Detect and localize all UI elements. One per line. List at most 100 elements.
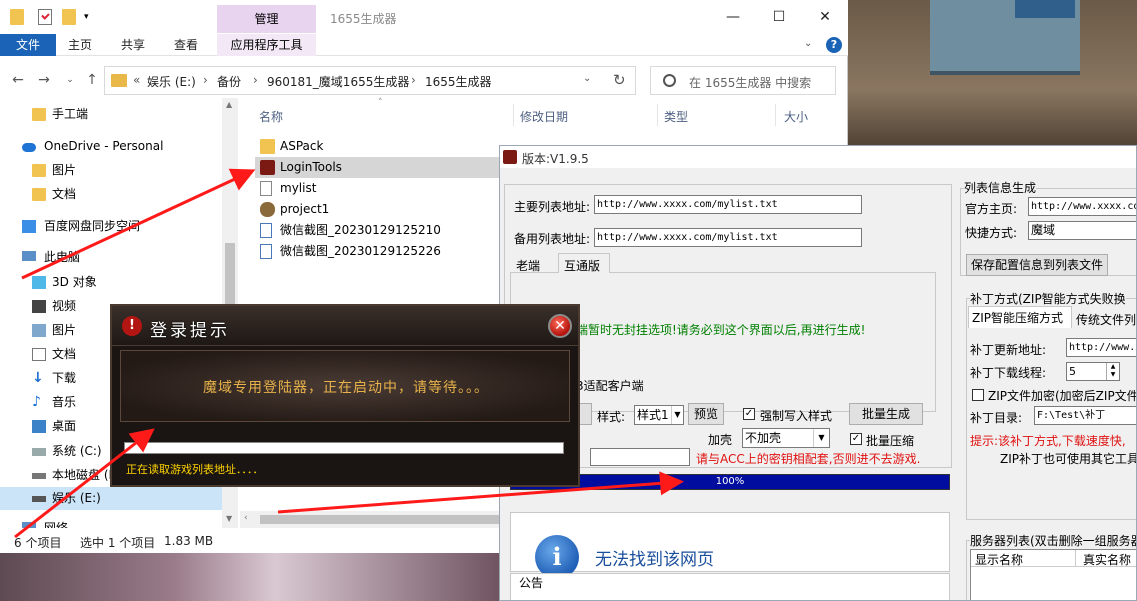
backup-list-label: 备用列表地址: (514, 232, 591, 246)
breadcrumb-project[interactable]: 960181_魔域1655生成器 (267, 73, 409, 90)
column-real-name[interactable]: 真实名称 (1083, 551, 1131, 568)
documents-icon (32, 348, 46, 361)
scroll-down-icon[interactable]: ▼ (226, 514, 232, 523)
nav-item[interactable]: 手工端 (0, 103, 222, 126)
help-icon[interactable]: ? (826, 37, 842, 53)
tab-traditional[interactable]: 传统文件列 (1076, 311, 1136, 328)
tab-zip-smart[interactable]: ZIP智能压缩方式 (972, 309, 1063, 326)
minimize-icon[interactable]: — (710, 0, 756, 34)
column-date[interactable]: 修改日期 (520, 108, 568, 125)
backup-list-input[interactable]: http://www.xxxx.com/mylist.txt (594, 228, 862, 247)
image-file-icon (260, 223, 272, 238)
force-write-checkbox[interactable]: ✓ (743, 408, 755, 420)
app-icon (260, 202, 275, 217)
scroll-left-icon[interactable]: ‹ (244, 513, 248, 523)
shortcut-label: 快捷方式: (965, 226, 1018, 240)
horizontal-scroll-thumb[interactable] (260, 515, 540, 524)
nav-item[interactable]: 网络 (0, 517, 222, 528)
nav-item[interactable]: 3D 对象 (0, 271, 222, 294)
tab-app-tools[interactable]: 应用程序工具 (217, 34, 316, 56)
back-icon[interactable]: ← (8, 70, 28, 90)
breadcrumb-drive[interactable]: 娱乐 (E:) (147, 73, 196, 90)
tab-share[interactable]: 共享 (121, 34, 145, 56)
maximize-icon[interactable]: ☐ (756, 0, 802, 34)
column-size[interactable]: 大小 (784, 108, 808, 125)
properties-icon[interactable] (38, 9, 52, 25)
breadcrumb-current[interactable]: 1655生成器 (425, 73, 492, 90)
ribbon-expand-icon[interactable]: ⌄ (804, 38, 812, 49)
column-type[interactable]: 类型 (664, 108, 688, 125)
column-divider[interactable] (657, 104, 658, 126)
up-icon[interactable]: ↑ (82, 70, 102, 90)
batch-compress-checkbox[interactable]: ✓ (850, 433, 862, 445)
file-row[interactable]: ASPack (255, 136, 495, 157)
folder-icon (260, 139, 275, 154)
search-input[interactable]: 在 1655生成器 中搜索 (689, 74, 811, 91)
nav-item[interactable]: 文档 (0, 183, 222, 206)
column-divider[interactable] (513, 104, 514, 126)
patch-dir-input[interactable]: F:\Test\补丁 (1034, 406, 1136, 425)
main-list-input[interactable]: http://www.xxxx.com/mylist.txt (594, 195, 862, 214)
nav-item[interactable]: OneDrive - Personal (0, 135, 222, 158)
preview-button[interactable]: 预览 (688, 403, 724, 425)
column-name[interactable]: 名称 (259, 108, 283, 125)
tab-manage[interactable]: 管理 (217, 5, 316, 33)
file-row[interactable]: project1 (255, 199, 495, 220)
generator-titlebar: 版本:V1.9.5 (500, 146, 1136, 168)
patch-url-input[interactable]: http://www.x (1066, 338, 1136, 357)
generator-window: 版本:V1.9.5 主要列表地址: http://www.xxxx.com/my… (499, 145, 1137, 601)
image-file-icon (260, 244, 272, 259)
selected-size: 1.83 MB (164, 534, 214, 548)
file-row[interactable]: 微信截图_20230129125226 (255, 241, 495, 262)
server-list-table[interactable]: 显示名称 真实名称 (970, 549, 1136, 600)
chevron-right-icon[interactable]: › (203, 73, 208, 87)
search-icon (663, 74, 676, 87)
chevron-down-icon[interactable]: ⌄ (583, 73, 591, 84)
style-select[interactable]: 样式1 ▼ (634, 405, 684, 425)
hidden-input[interactable] (590, 448, 690, 466)
threads-spinner[interactable]: ▲ ▼ (1106, 363, 1119, 380)
nav-item[interactable]: 图片 (0, 159, 222, 182)
tab-old-client[interactable]: 老端 (516, 257, 540, 274)
ribbon-tabs: 文件 主页 共享 查看 应用程序工具 ⌄ ? (0, 34, 848, 56)
search-box[interactable]: 在 1655生成器 中搜索 (650, 66, 836, 95)
column-display-name[interactable]: 显示名称 (975, 551, 1023, 568)
file-row-selected[interactable]: LoginTools (255, 157, 515, 178)
shell-select[interactable]: 不加壳 ▼ (742, 428, 830, 448)
recent-locations-icon[interactable]: ⌄ (60, 70, 80, 90)
tab-home[interactable]: 主页 (68, 34, 92, 56)
tab-interop[interactable]: 互通版 (564, 257, 600, 274)
announcement-label: 公告 (519, 576, 544, 590)
nav-item[interactable]: 此电脑 (0, 246, 222, 269)
close-icon[interactable]: ✕ (548, 314, 572, 338)
homepage-label: 官方主页: (965, 202, 1018, 216)
forward-icon[interactable]: → (34, 70, 54, 90)
homepage-input[interactable]: http://www.xxxx.com (1028, 197, 1136, 216)
folder-icon (32, 188, 46, 201)
scroll-up-icon[interactable]: ▲ (226, 100, 232, 109)
new-folder-icon[interactable] (62, 9, 76, 25)
patch-dir-label: 补丁目录: (970, 411, 1023, 425)
file-row[interactable]: mylist (255, 178, 495, 199)
customize-toolbar-icon[interactable]: ▾ (84, 9, 98, 25)
tab-view[interactable]: 查看 (174, 34, 198, 56)
breadcrumb-overflow[interactable]: « (133, 73, 140, 87)
nav-item-selected[interactable]: 娱乐 (E:) (0, 487, 222, 510)
address-bar[interactable]: « 娱乐 (E:) › 备份 › 960181_魔域1655生成器 › 1655… (104, 66, 636, 95)
file-row[interactable]: 微信截图_20230129125210 (255, 220, 495, 241)
close-icon[interactable]: ✕ (802, 0, 848, 34)
column-divider[interactable] (775, 104, 776, 126)
tab-file[interactable]: 文件 (0, 34, 56, 56)
shortcut-input[interactable]: 魔域 (1028, 221, 1136, 240)
refresh-icon[interactable]: ↻ (613, 71, 626, 89)
batch-generate-button[interactable]: 批量生成 (849, 403, 923, 425)
chevron-right-icon[interactable]: › (411, 73, 416, 87)
save-config-button[interactable]: 保存配置信息到列表文件 (966, 254, 1108, 276)
column-divider[interactable] (1075, 550, 1076, 567)
chevron-right-icon[interactable]: › (253, 73, 258, 87)
breadcrumb-backup[interactable]: 备份 (217, 73, 241, 90)
zip-encrypt-checkbox[interactable] (972, 389, 984, 401)
address-row: ← → ⌄ ↑ « 娱乐 (E:) › 备份 › 960181_魔域1655生成… (0, 62, 848, 98)
warning-icon: ! (122, 316, 142, 336)
nav-item[interactable]: 百度网盘同步空间 (0, 215, 222, 238)
